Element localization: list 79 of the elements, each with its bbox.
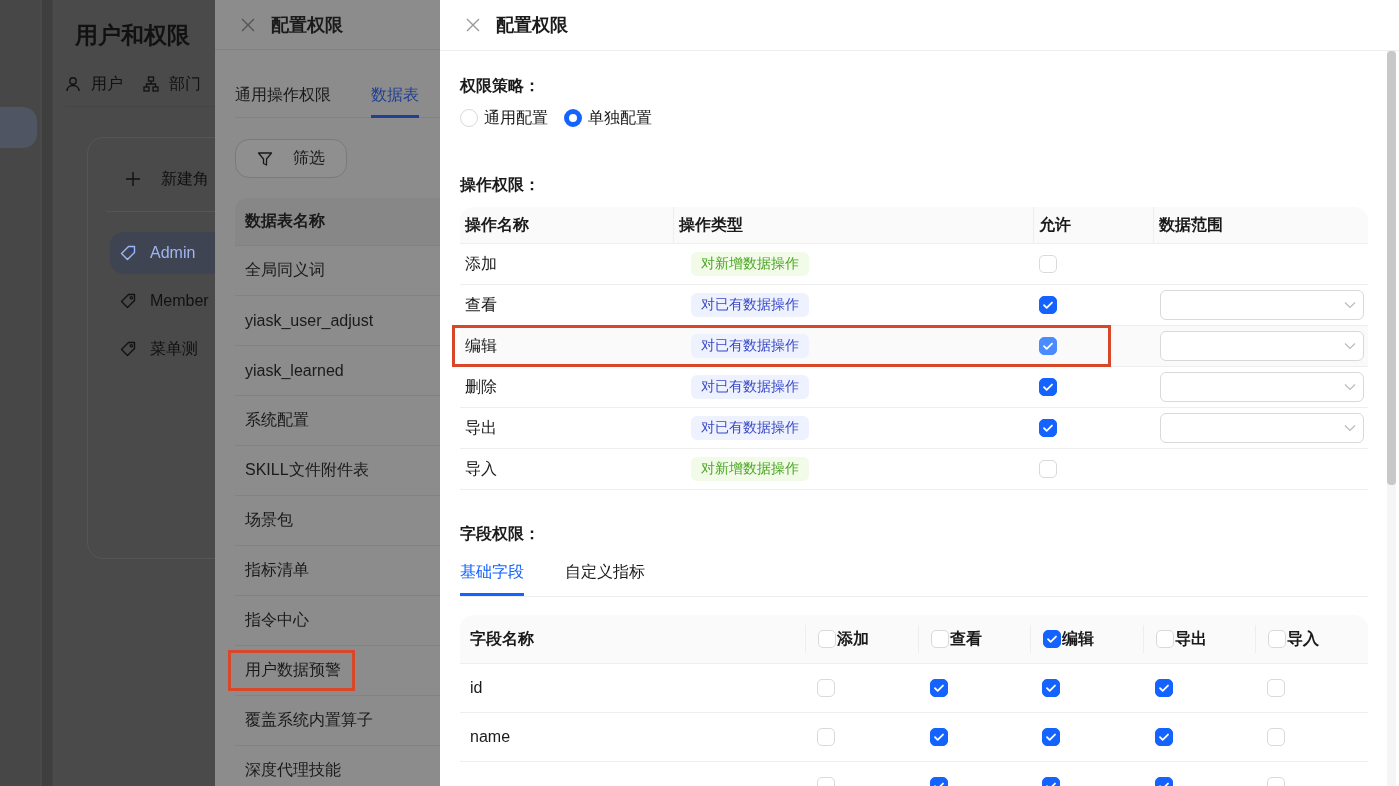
funnel-icon [257, 150, 273, 167]
column-header: 数据表名称 [245, 211, 325, 231]
table-cell: name [470, 728, 511, 746]
radio-option[interactable]: 单独配置 [564, 107, 652, 129]
table-cell[interactable]: 指令中心 [235, 601, 319, 640]
checkbox[interactable] [1043, 630, 1062, 648]
table-cell-text: 查看 [465, 294, 497, 315]
scrollbar[interactable] [1387, 51, 1396, 485]
table-cell-text: 导出 [465, 417, 497, 438]
filter-button[interactable]: 筛选 [235, 139, 347, 178]
column-header: 导出 [1174, 628, 1207, 649]
table-cell[interactable]: 深度代理技能 [235, 751, 351, 786]
person-icon [65, 76, 81, 92]
column-header: 导入 [1287, 628, 1320, 649]
checkbox[interactable] [929, 728, 948, 746]
column-header: 数据范围 [1159, 214, 1223, 235]
radio-label: 通用配置 [484, 107, 548, 128]
tab[interactable]: 基础字段 [460, 560, 524, 596]
hierarchy-icon [143, 76, 159, 92]
tab[interactable]: 数据表 [371, 83, 419, 118]
role-item[interactable]: Admin [110, 232, 215, 274]
type-tag: 对已有数据操作 [691, 375, 809, 399]
table-cell-text: 导入 [465, 458, 497, 479]
sidebar-item[interactable] [0, 107, 37, 148]
column-header: 查看 [949, 628, 982, 649]
type-tag: 对已有数据操作 [691, 334, 809, 358]
table-cell[interactable]: 场景包 [235, 501, 303, 540]
tag-icon [120, 341, 136, 357]
tag-icon [120, 293, 136, 309]
table-cell[interactable]: 系统配置 [235, 401, 319, 440]
checkbox[interactable] [1039, 378, 1057, 396]
column-header: 字段名称 [470, 628, 534, 649]
column-header: 允许 [1039, 214, 1071, 235]
checkbox[interactable] [1042, 679, 1061, 697]
tab[interactable]: 自定义指标 [565, 560, 645, 596]
range-select[interactable] [1160, 372, 1364, 402]
checkbox[interactable] [1039, 337, 1057, 355]
range-select[interactable] [1160, 331, 1364, 361]
close-icon[interactable] [240, 16, 256, 33]
column-header: 操作类型 [679, 214, 743, 235]
checkbox[interactable] [1039, 419, 1057, 437]
checkbox[interactable] [1154, 728, 1173, 746]
radio-option[interactable]: 通用配置 [460, 107, 548, 129]
column-header: 添加 [837, 628, 869, 649]
checkbox[interactable] [929, 679, 948, 697]
type-tag: 对已有数据操作 [691, 293, 809, 317]
range-select[interactable] [1160, 290, 1364, 320]
section-label: 权限策略： [460, 76, 540, 96]
table-cell[interactable]: yiask_learned [235, 352, 354, 389]
table-cell[interactable]: SKILL文件附件表 [235, 451, 379, 490]
type-tag: 对新增数据操作 [691, 252, 809, 276]
table-cell[interactable]: 全局同义词 [235, 251, 335, 290]
section-label: 字段权限： [460, 524, 540, 544]
column-header: 编辑 [1062, 628, 1095, 649]
plus-icon [125, 171, 141, 187]
checkbox[interactable] [1039, 296, 1057, 314]
page-title: 用户和权限 [75, 21, 191, 50]
checkbox[interactable] [1042, 728, 1061, 746]
column-header: 操作名称 [465, 214, 529, 235]
drawer-title: 配置权限 [271, 13, 343, 37]
table-cell: id [470, 679, 483, 697]
table-cell-text: 添加 [465, 253, 497, 274]
drawer-title: 配置权限 [496, 14, 568, 37]
checkbox[interactable] [1154, 679, 1173, 697]
tag-icon [120, 245, 136, 261]
section-label: 操作权限： [460, 175, 540, 195]
type-tag: 对新增数据操作 [691, 457, 809, 481]
range-select[interactable] [1160, 413, 1364, 443]
table-cell-text: 删除 [465, 376, 497, 397]
table-cell[interactable]: yiask_user_adjust [235, 302, 384, 339]
close-icon[interactable] [465, 17, 481, 33]
radio-icon[interactable] [564, 109, 582, 127]
table-cell-text: 编辑 [465, 335, 497, 356]
table-cell[interactable]: 指标清单 [235, 551, 319, 590]
table-cell[interactable]: 用户数据预警 [228, 650, 355, 691]
radio-label: 单独配置 [588, 107, 652, 128]
table-cell[interactable]: 覆盖系统内置算子 [235, 701, 383, 740]
type-tag: 对已有数据操作 [691, 416, 809, 440]
tab[interactable]: 通用操作权限 [235, 83, 331, 118]
